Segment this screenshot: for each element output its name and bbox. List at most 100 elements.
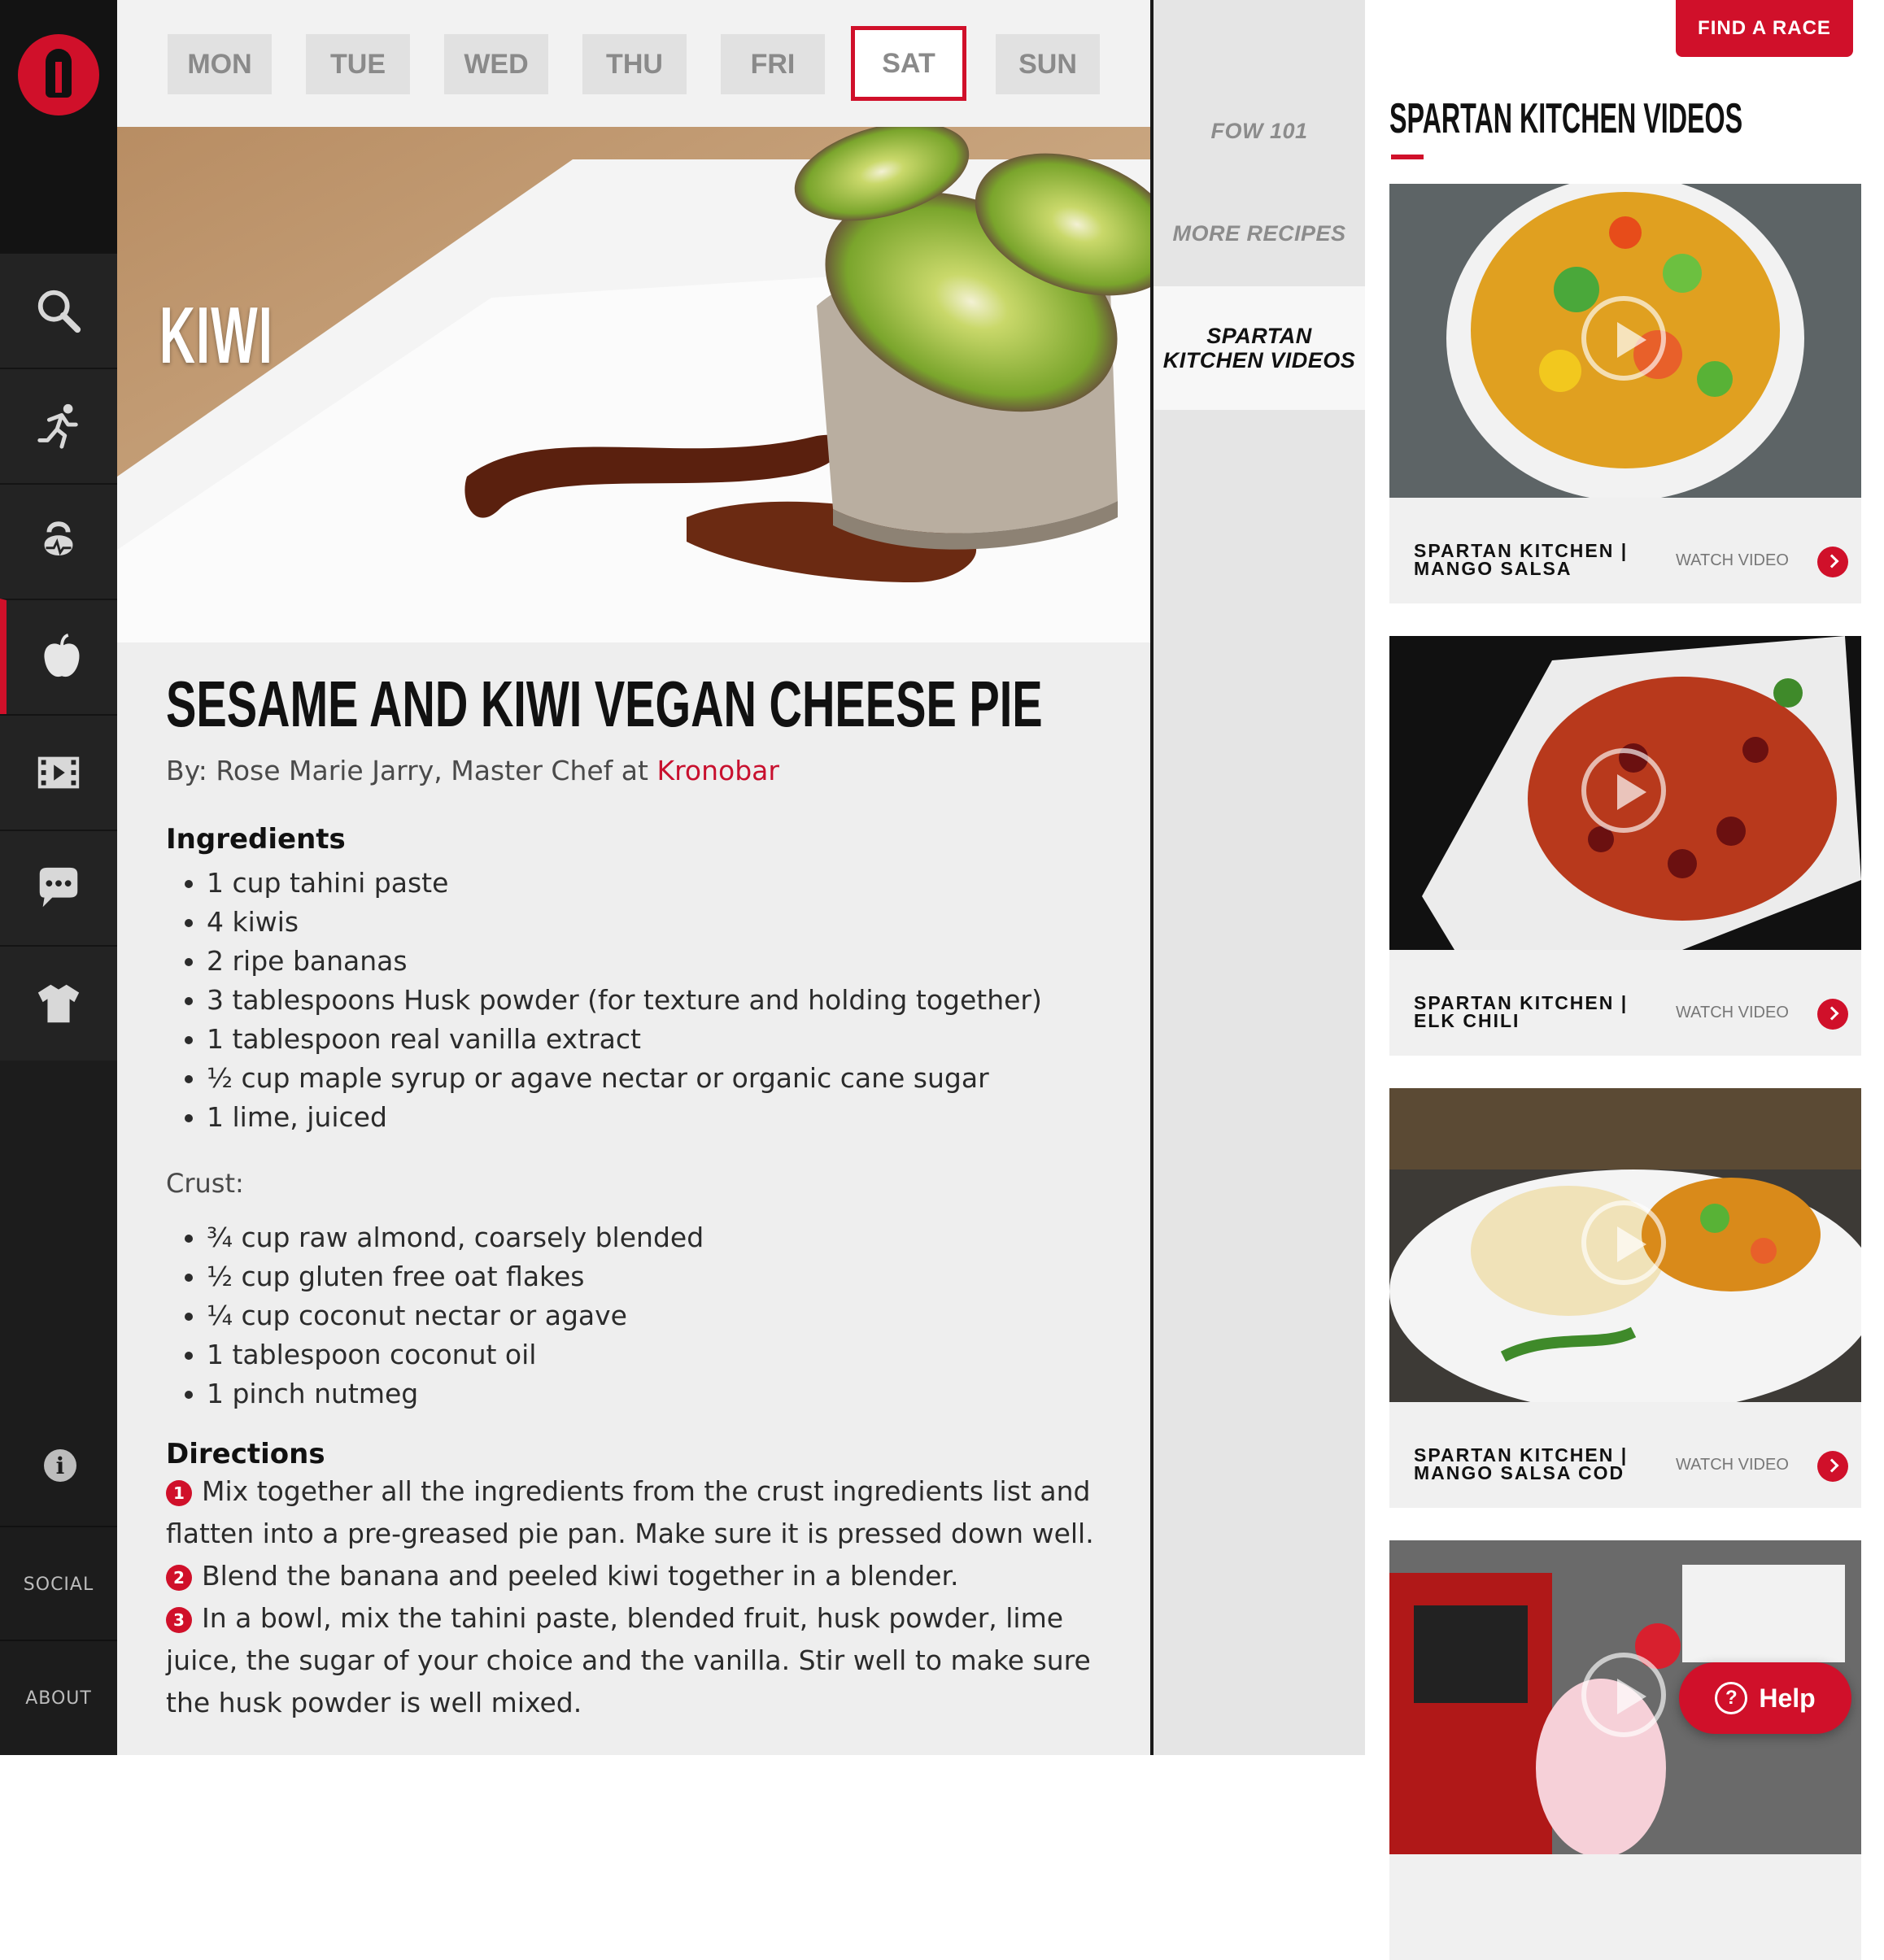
runner-icon xyxy=(37,403,78,449)
chevron-right-icon[interactable] xyxy=(1817,999,1848,1030)
list-item: 4 kiwis xyxy=(207,903,1126,942)
play-icon[interactable] xyxy=(1581,748,1666,833)
list-item: 1 tablespoon coconut oil xyxy=(207,1335,1126,1374)
watch-video-link[interactable]: WATCH VIDEO xyxy=(1676,1456,1789,1474)
video-title: SPARTAN KITCHEN | MANGO SALSA COD xyxy=(1414,1446,1642,1483)
watch-video-link[interactable]: WATCH VIDEO xyxy=(1676,551,1789,570)
ingredients-heading: Ingredients xyxy=(166,823,346,856)
subnav-spartan-kitchen-videos[interactable]: SPARTAN KITCHEN VIDEOS xyxy=(1154,286,1365,410)
sidebar-item-search[interactable] xyxy=(0,252,117,368)
sidebar-about-link[interactable]: ABOUT xyxy=(0,1640,117,1755)
help-label: Help xyxy=(1759,1683,1816,1713)
tab-fri[interactable]: FRI xyxy=(721,34,825,94)
shirt-icon xyxy=(37,984,80,1023)
play-icon[interactable] xyxy=(1581,1200,1666,1285)
sidebar-item-video[interactable] xyxy=(0,714,117,830)
video-card-elk-chili[interactable]: SPARTAN KITCHEN | ELK CHILI WATCH VIDEO xyxy=(1389,636,1861,1056)
help-button[interactable]: ? Help xyxy=(1679,1662,1851,1734)
kronobar-link[interactable]: Kronobar xyxy=(656,755,779,786)
film-icon xyxy=(37,756,80,789)
tab-tue[interactable]: TUE xyxy=(306,34,410,94)
list-item: 1 lime, juiced xyxy=(207,1098,1126,1137)
step-number-badge: 2 xyxy=(166,1565,192,1591)
chevron-right-icon[interactable] xyxy=(1817,547,1848,577)
list-item: 3 tablespoons Husk powder (for texture a… xyxy=(207,981,1126,1020)
subnav-more-recipes[interactable]: MORE RECIPES xyxy=(1154,221,1365,246)
crust-label: Crust: xyxy=(166,1168,244,1199)
video-title: SPARTAN KITCHEN | ELK CHILI xyxy=(1414,994,1642,1030)
step-text: In a bowl, mix the tahini paste, blended… xyxy=(166,1602,1091,1718)
heading-underline xyxy=(1391,155,1424,159)
list-item: ½ cup maple syrup or agave nectar or org… xyxy=(207,1059,1126,1098)
help-question-icon: ? xyxy=(1715,1682,1748,1714)
video-title-line1: SPARTAN KITCHEN | xyxy=(1414,540,1629,561)
play-icon[interactable] xyxy=(1581,296,1666,381)
video-card-mango-salsa-cod[interactable]: SPARTAN KITCHEN | MANGO SALSA COD WATCH … xyxy=(1389,1088,1861,1508)
list-item: ¼ cup coconut nectar or agave xyxy=(207,1296,1126,1335)
video-title-line2: MANGO SALSA COD xyxy=(1414,1462,1625,1483)
video-title: SPARTAN KITCHEN | MANGO SALSA xyxy=(1414,540,1642,579)
list-item: ¾ cup raw almond, coarsely blended xyxy=(207,1218,1126,1257)
video-title-line1: SPARTAN KITCHEN | xyxy=(1414,992,1629,1013)
video-thumbnail[interactable] xyxy=(1389,636,1861,950)
spartan-helmet-icon xyxy=(18,34,99,115)
videos-heading: SPARTAN KITCHEN VIDEOS xyxy=(1389,95,1743,142)
chevron-right-icon[interactable] xyxy=(1817,1451,1848,1482)
chat-icon xyxy=(39,867,78,908)
direction-step: 1 Mix together all the ingredients from t… xyxy=(166,1470,1126,1555)
recipe-title: SESAME AND KIWI VEGAN CHEESE PIE xyxy=(166,668,1043,740)
directions-heading: Directions xyxy=(166,1438,325,1470)
direction-step: 2 Blend the banana and peeled kiwi togeth… xyxy=(166,1555,1126,1597)
list-item: 1 cup tahini paste xyxy=(207,864,1126,903)
tab-wed[interactable]: WED xyxy=(444,34,548,94)
sidebar-item-training[interactable] xyxy=(0,483,117,599)
apple-icon xyxy=(44,634,80,677)
sidebar-item-gear[interactable] xyxy=(0,945,117,1061)
byline: By: Rose Marie Jarry, Master Chef at Kro… xyxy=(166,755,1126,804)
search-icon xyxy=(37,290,81,333)
kettlebell-icon xyxy=(44,521,73,555)
crust-list: ¾ cup raw almond, coarsely blended ½ cup… xyxy=(166,1218,1126,1413)
subnav-fow-101[interactable]: FOW 101 xyxy=(1154,119,1365,144)
info-icon[interactable]: i xyxy=(44,1449,76,1482)
video-thumbnail[interactable] xyxy=(1389,184,1861,498)
sidebar: i SOCIAL ABOUT xyxy=(0,0,117,1755)
tab-mon[interactable]: MON xyxy=(168,34,272,94)
sidebar-item-run[interactable] xyxy=(0,368,117,483)
step-text: Blend the banana and peeled kiwi togethe… xyxy=(202,1560,959,1592)
sidebar-item-nutrition[interactable] xyxy=(0,599,117,714)
spartan-logo[interactable] xyxy=(0,0,117,252)
watch-video-link[interactable]: WATCH VIDEO xyxy=(1676,1004,1789,1022)
byline-text: By: Rose Marie Jarry, Master Chef at xyxy=(166,755,657,786)
sidebar-item-chat[interactable] xyxy=(0,830,117,945)
hero-title: KIWI xyxy=(159,290,273,380)
subnav-active-line1: SPARTAN xyxy=(1206,324,1312,348)
video-title-line2: MANGO SALSA xyxy=(1414,558,1572,579)
tab-thu[interactable]: THU xyxy=(582,34,687,94)
step-number-badge: 1 xyxy=(166,1480,192,1506)
list-item: 1 tablespoon real vanilla extract xyxy=(207,1020,1126,1059)
list-item: 1 pinch nutmeg xyxy=(207,1374,1126,1413)
find-a-race-button[interactable]: FIND A RACE xyxy=(1676,0,1853,57)
tab-sun[interactable]: SUN xyxy=(996,34,1100,94)
hero-image: KIWI xyxy=(117,127,1150,642)
video-title-line2: ELK CHILI xyxy=(1414,1010,1520,1031)
subnav-active-line2: KITCHEN VIDEOS xyxy=(1162,348,1356,372)
video-thumbnail[interactable] xyxy=(1389,1088,1861,1402)
step-text: Mix together all the ingredients from th… xyxy=(166,1475,1094,1549)
ingredients-list: 1 cup tahini paste 4 kiwis 2 ripe banana… xyxy=(166,864,1126,1137)
list-item: 2 ripe bananas xyxy=(207,942,1126,981)
secondary-nav: FOW 101 MORE RECIPES SPARTAN KITCHEN VID… xyxy=(1154,0,1365,1755)
tab-sat[interactable]: SAT xyxy=(851,26,966,101)
recipe-content: MON TUE WED THU FRI SAT SUN KIWI SESAME … xyxy=(117,0,1150,1755)
list-item: ½ cup gluten free oat flakes xyxy=(207,1257,1126,1296)
kiwi-pie-photo xyxy=(117,127,1150,642)
video-card-mango-salsa[interactable]: SPARTAN KITCHEN | MANGO SALSA WATCH VIDE… xyxy=(1389,184,1861,603)
direction-step: 3 In a bowl, mix the tahini paste, blende… xyxy=(166,1597,1126,1724)
step-number-badge: 3 xyxy=(166,1607,192,1633)
video-card-smoothie[interactable] xyxy=(1389,1540,1861,1960)
video-column: FIND A RACE SPARTAN KITCHEN VIDEOS SPART… xyxy=(1365,0,1884,1960)
day-tabs: MON TUE WED THU FRI SAT SUN xyxy=(117,0,1150,127)
sidebar-social-link[interactable]: SOCIAL xyxy=(0,1526,117,1641)
play-icon[interactable] xyxy=(1581,1653,1666,1737)
